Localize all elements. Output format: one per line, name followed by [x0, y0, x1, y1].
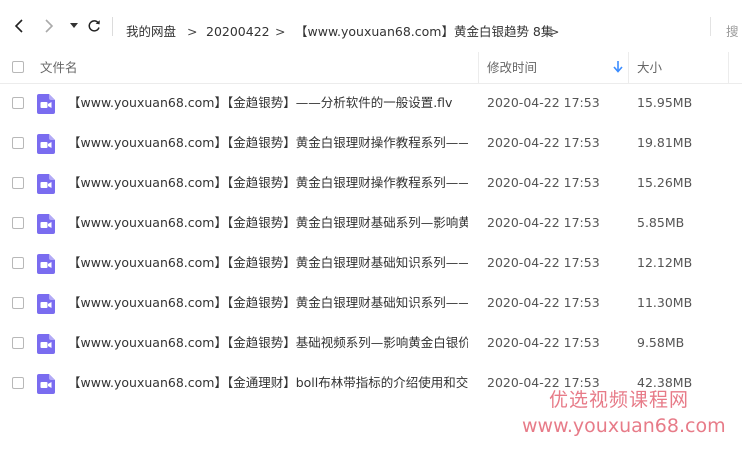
row-checkbox[interactable] [12, 97, 24, 109]
watermark-url: www.youxuan68.com [522, 415, 726, 437]
file-row[interactable]: 【www.youxuan68.com】【金趋银势】基础视频系列—影响黄金白银价.… [0, 323, 742, 363]
breadcrumb-separator: > [275, 24, 286, 39]
file-modified-date: 2020-04-22 17:53 [487, 295, 600, 310]
file-modified-date: 2020-04-22 17:53 [487, 215, 600, 230]
video-file-icon [37, 174, 55, 194]
video-file-icon [37, 214, 55, 234]
file-row[interactable]: 【www.youxuan68.com】【金趋银势】黄金白银理财基础知识系列——.… [0, 283, 742, 323]
file-modified-date: 2020-04-22 17:53 [487, 255, 600, 270]
file-size: 9.58MB [637, 335, 685, 350]
video-file-icon [37, 374, 55, 394]
file-size: 19.81MB [637, 135, 693, 150]
watermark-cn: 优选视频课程网 [549, 389, 690, 411]
breadcrumb-root[interactable]: 我的网盘 [126, 24, 176, 40]
file-name[interactable]: 【www.youxuan68.com】【金趋银势】黄金白银理财基础知识系列——.… [68, 295, 468, 311]
sort-arrow-down-icon[interactable] [612, 60, 624, 74]
column-header-name[interactable]: 文件名 [40, 60, 78, 76]
row-checkbox[interactable] [12, 137, 24, 149]
row-checkbox[interactable] [12, 257, 24, 269]
video-file-icon [37, 254, 55, 274]
row-checkbox[interactable] [12, 377, 24, 389]
file-name[interactable]: 【www.youxuan68.com】【金趋银势】黄金白银理财操作教程系列——.… [68, 135, 468, 151]
row-checkbox[interactable] [12, 177, 24, 189]
file-modified-date: 2020-04-22 17:53 [487, 135, 600, 150]
file-name[interactable]: 【www.youxuan68.com】【金趋银势】黄金白银理财基础系列—影响黄.… [68, 215, 468, 231]
column-header-modified[interactable]: 修改时间 [487, 60, 537, 76]
row-checkbox[interactable] [12, 297, 24, 309]
file-name[interactable]: 【www.youxuan68.com】【金趋银势】黄金白银理财基础知识系列——.… [68, 255, 468, 271]
column-divider[interactable] [728, 52, 729, 83]
file-size: 11.30MB [637, 295, 693, 310]
column-divider[interactable] [628, 52, 629, 83]
file-name[interactable]: 【www.youxuan68.com】【金趋银势】黄金白银理财操作教程系列——.… [68, 175, 468, 191]
refresh-icon [88, 20, 100, 32]
row-checkbox[interactable] [12, 337, 24, 349]
search-divider [710, 17, 711, 36]
breadcrumb-current[interactable]: 【www.youxuan68.com】黄金白银趋势 8集 [295, 24, 553, 40]
row-checkbox[interactable] [12, 217, 24, 229]
forward-icon [45, 19, 54, 33]
file-list-header: 文件名 修改时间 大小 [0, 52, 742, 84]
column-header-size[interactable]: 大小 [637, 60, 662, 76]
file-size: 5.85MB [637, 215, 685, 230]
video-file-icon [37, 294, 55, 314]
file-name[interactable]: 【www.youxuan68.com】【金趋银势】基础视频系列—影响黄金白银价.… [68, 335, 468, 351]
file-size: 15.26MB [637, 175, 693, 190]
forward-button[interactable] [38, 16, 58, 36]
file-row[interactable]: 【www.youxuan68.com】【金趋银势】黄金白银理财基础系列—影响黄.… [0, 203, 742, 243]
breadcrumb-separator: > [549, 24, 560, 39]
file-modified-date: 2020-04-22 17:53 [487, 95, 600, 110]
select-all-checkbox[interactable] [12, 61, 24, 73]
history-dropdown-button[interactable] [64, 16, 84, 36]
file-row[interactable]: 【www.youxuan68.com】【金趋银势】黄金白银理财操作教程系列——.… [0, 123, 742, 163]
file-size: 12.12MB [637, 255, 693, 270]
breadcrumb-folder[interactable]: 20200422 [206, 24, 270, 40]
file-row[interactable]: 【www.youxuan68.com】【金趋银势】——分析软件的一般设置.flv… [0, 83, 742, 123]
video-file-icon [37, 334, 55, 354]
search-input[interactable]: 搜 [726, 24, 739, 40]
file-name[interactable]: 【www.youxuan68.com】【金通理财】boll布林带指标的介绍使用和… [68, 375, 468, 391]
video-file-icon [37, 94, 55, 114]
breadcrumb-separator: > [187, 24, 198, 39]
back-button[interactable] [10, 16, 30, 36]
caret-down-icon [70, 23, 78, 28]
file-size: 15.95MB [637, 95, 693, 110]
file-modified-date: 2020-04-22 17:53 [487, 335, 600, 350]
file-name[interactable]: 【www.youxuan68.com】【金趋银势】——分析软件的一般设置.flv [68, 95, 468, 111]
file-row[interactable]: 【www.youxuan68.com】【金趋银势】黄金白银理财基础知识系列——.… [0, 243, 742, 283]
file-row[interactable]: 【www.youxuan68.com】【金趋银势】黄金白银理财操作教程系列——.… [0, 163, 742, 203]
toolbar-divider [112, 17, 113, 36]
back-icon [14, 19, 23, 33]
file-modified-date: 2020-04-22 17:53 [487, 175, 600, 190]
column-divider[interactable] [478, 52, 479, 83]
refresh-button[interactable] [84, 16, 104, 36]
toolbar: 我的网盘 > 20200422 > 【www.youxuan68.com】黄金白… [0, 0, 742, 52]
video-file-icon [37, 134, 55, 154]
